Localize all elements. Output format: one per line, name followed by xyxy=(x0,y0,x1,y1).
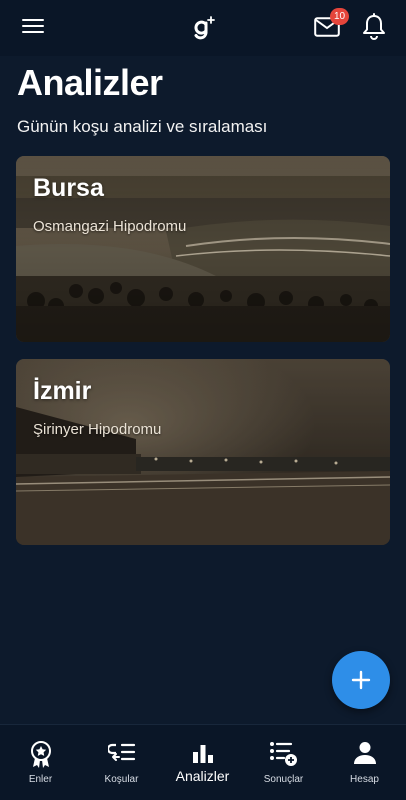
card-venue: Osmangazi Hipodromu xyxy=(33,218,187,235)
tab-sonuclar[interactable]: Sonuçlar xyxy=(243,725,324,800)
results-list-icon xyxy=(269,742,297,766)
tab-analizler[interactable]: Analizler xyxy=(162,725,243,800)
page-subtitle: Günün koşu analizi ve sıralaması xyxy=(17,117,268,136)
tab-kosular[interactable]: Koşular xyxy=(81,725,162,800)
card-city: İzmir xyxy=(33,377,92,405)
tab-label: Analizler xyxy=(175,768,230,784)
card-izmir[interactable]: İzmir Şirinyer Hipodromu xyxy=(16,359,390,545)
tab-label: Koşular xyxy=(104,774,139,785)
add-button[interactable] xyxy=(332,651,390,709)
page-title: Analizler xyxy=(17,62,163,103)
bell-icon[interactable] xyxy=(362,13,386,41)
bottom-navigation: Enler Koşular Analizler Sonuçlar Hesap xyxy=(0,724,406,800)
tab-label: Hesap xyxy=(350,774,379,785)
award-icon xyxy=(30,741,51,768)
app-logo xyxy=(194,16,215,40)
tab-enler[interactable]: Enler xyxy=(0,725,81,800)
tab-label: Sonuçlar xyxy=(263,774,304,785)
tab-hesap[interactable]: Hesap xyxy=(324,725,405,800)
top-app-bar: 10 xyxy=(0,0,406,56)
race-list-icon xyxy=(107,743,135,761)
plus-icon xyxy=(351,670,371,690)
bar-chart-icon xyxy=(192,745,213,763)
card-bursa[interactable]: Bursa Osmangazi Hipodromu xyxy=(16,156,390,342)
card-venue: Şirinyer Hipodromu xyxy=(33,421,162,438)
tab-label: Enler xyxy=(28,774,53,785)
menu-icon[interactable] xyxy=(22,19,44,35)
user-icon xyxy=(353,742,376,764)
notification-badge: 10 xyxy=(330,8,349,25)
card-city: Bursa xyxy=(33,174,104,202)
